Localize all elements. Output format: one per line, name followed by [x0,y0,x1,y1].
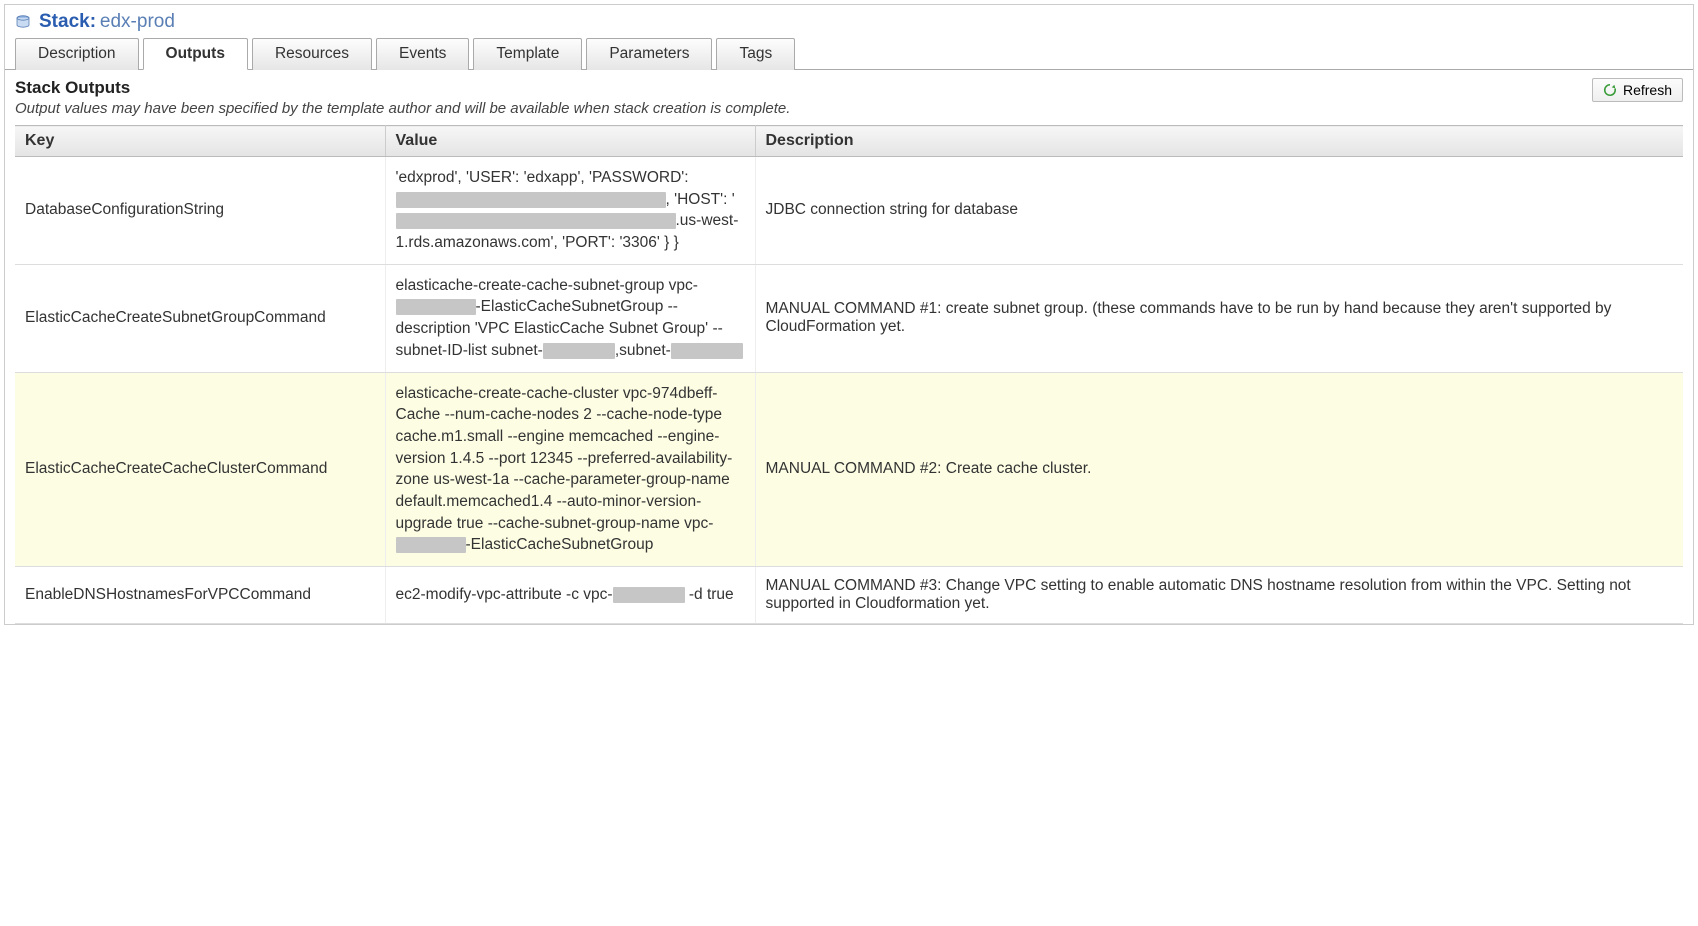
stack-icon [15,14,31,30]
tab-template[interactable]: Template [473,38,582,70]
tab-tags[interactable]: Tags [716,38,795,70]
redacted-value [671,343,743,359]
col-header-key[interactable]: Key [15,126,385,157]
table-row[interactable]: ElasticCacheCreateCacheClusterCommandela… [15,372,1683,567]
col-header-description[interactable]: Description [755,126,1683,157]
table-row[interactable]: ElasticCacheCreateSubnetGroupCommandelas… [15,264,1683,372]
output-description: MANUAL COMMAND #1: create subnet group. … [755,264,1683,372]
section-header-row: Stack Outputs Output values may have bee… [15,78,1683,125]
output-key: EnableDNSHostnamesForVPCCommand [15,567,385,624]
output-description: MANUAL COMMAND #2: Create cache cluster. [755,372,1683,567]
section-titles: Stack Outputs Output values may have bee… [15,78,790,125]
tab-parameters[interactable]: Parameters [586,38,712,70]
tab-description[interactable]: Description [15,38,139,70]
output-key: ElasticCacheCreateCacheClusterCommand [15,372,385,567]
redacted-value [396,299,476,315]
redacted-value [613,587,685,603]
stack-label-text: Stack: [39,11,96,32]
stack-panel: Stack: edx-prod DescriptionOutputsResour… [4,4,1694,625]
tab-resources[interactable]: Resources [252,38,372,70]
table-row[interactable]: DatabaseConfigurationString'edxprod', 'U… [15,157,1683,265]
output-description: MANUAL COMMAND #3: Change VPC setting to… [755,567,1683,624]
refresh-label: Refresh [1623,82,1672,98]
table-row[interactable]: EnableDNSHostnamesForVPCCommandec2-modif… [15,567,1683,624]
redacted-value [396,537,466,553]
section-title: Stack Outputs [15,78,790,98]
outputs-table: Key Value Description DatabaseConfigurat… [15,125,1683,624]
output-key: DatabaseConfigurationString [15,157,385,265]
table-header-row: Key Value Description [15,126,1683,157]
stack-name: edx-prod [100,11,175,32]
output-value: elasticache-create-cache-cluster vpc-974… [385,372,755,567]
output-value: ec2-modify-vpc-attribute -c vpc- -d true [385,567,755,624]
redacted-value [396,192,666,208]
stack-header: Stack: edx-prod [5,5,1693,37]
output-description: JDBC connection string for database [755,157,1683,265]
redacted-value [543,343,615,359]
output-value: 'edxprod', 'USER': 'edxapp', 'PASSWORD':… [385,157,755,265]
tabs: DescriptionOutputsResourcesEventsTemplat… [5,37,1693,70]
stack-label: Stack: edx-prod [39,11,175,33]
refresh-icon [1603,83,1617,97]
output-key: ElasticCacheCreateSubnetGroupCommand [15,264,385,372]
output-value: elasticache-create-cache-subnet-group vp… [385,264,755,372]
refresh-button[interactable]: Refresh [1592,78,1683,102]
col-header-value[interactable]: Value [385,126,755,157]
section-subtitle: Output values may have been specified by… [15,100,790,117]
tab-events[interactable]: Events [376,38,469,70]
redacted-value [396,213,676,229]
tab-outputs[interactable]: Outputs [143,38,248,70]
outputs-content: Stack Outputs Output values may have bee… [5,70,1693,624]
